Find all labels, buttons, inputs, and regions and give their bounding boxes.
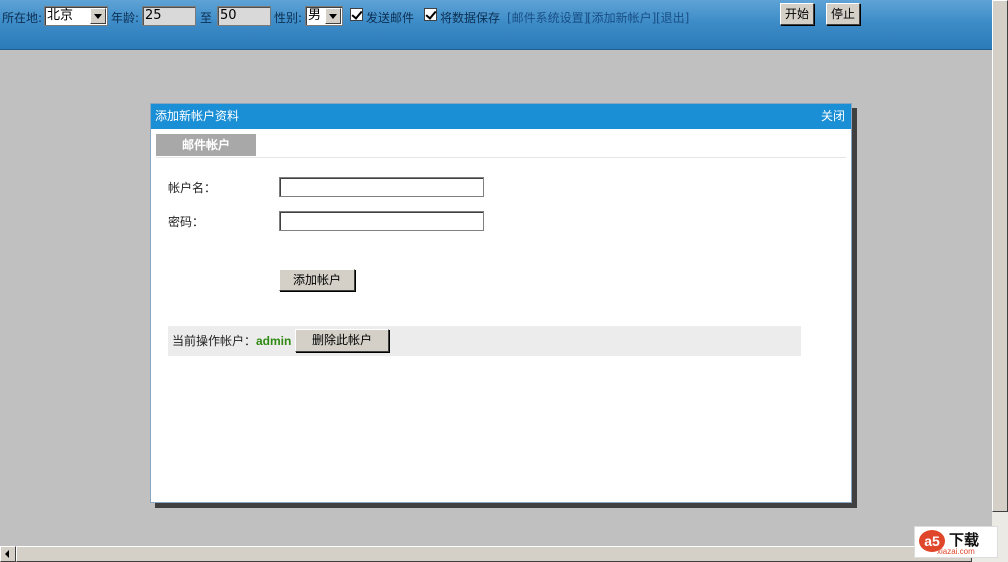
send-mail-checkbox[interactable] [350,8,363,21]
tab-divider [156,157,846,158]
current-account-bar: 当前操作帐户： admin 删除此帐户 [168,326,801,356]
password-input[interactable] [279,211,484,231]
location-label: 所在地: [2,11,43,25]
save-data-checkbox[interactable] [424,8,437,21]
add-account-dialog: 添加新帐户资料 关闭 邮件帐户 帐户名： 密码： 添加帐户 当前操作帐户： ad… [150,103,852,503]
send-mail-label: 发送邮件 [366,11,415,25]
dialog-header: 添加新帐户资料 关闭 [151,104,851,129]
age-from-input[interactable]: 25 [142,6,196,26]
age-label: 年龄: [111,11,140,25]
add-account-link[interactable]: [添加新帐户] [587,9,656,27]
stop-button[interactable]: 停止 [826,3,860,25]
account-name-label: 帐户名： [168,181,217,195]
top-toolbar: 所在地: 北京 年龄: 25 至 50 性别: 男 发送邮件 将数据保存 [邮件… [0,0,992,50]
vertical-scrollbar-thumb[interactable] [992,0,1008,512]
add-account-button[interactable]: 添加帐户 [279,269,355,291]
horizontal-scrollbar[interactable] [0,546,1008,562]
tab-mail-account[interactable]: 邮件帐户 [156,134,256,156]
horizontal-scrollbar-thumb[interactable] [16,546,972,562]
logout-link[interactable]: [退出] [656,9,689,27]
vertical-scrollbar[interactable] [992,0,1008,546]
delete-account-button[interactable]: 删除此帐户 [295,329,389,352]
dialog-close-link[interactable]: 关闭 [821,104,845,129]
current-account-value: admin [256,334,292,348]
dialog-title: 添加新帐户资料 [155,109,240,123]
password-label: 密码： [168,215,205,229]
watermark-logo: a5 下载 xiazai.com [914,526,998,558]
gender-label: 性别: [274,11,303,25]
gender-select-value: 男 [308,8,322,23]
chevron-down-icon[interactable] [90,8,106,24]
mail-settings-link[interactable]: [邮件系统设置] [507,9,588,27]
account-name-input[interactable] [279,177,484,197]
logo-url-text: xiazai.com [937,547,975,556]
chevron-down-icon[interactable] [325,8,341,24]
current-account-label: 当前操作帐户： [172,334,257,348]
age-to-label: 至 [200,11,213,25]
save-data-label: 将数据保存 [440,11,501,25]
gender-select[interactable]: 男 [305,6,343,26]
location-select[interactable]: 北京 [44,6,108,26]
start-button[interactable]: 开始 [780,3,814,25]
location-select-value: 北京 [47,8,74,23]
age-to-input[interactable]: 50 [217,6,271,26]
scroll-left-arrow-icon[interactable] [0,546,16,562]
